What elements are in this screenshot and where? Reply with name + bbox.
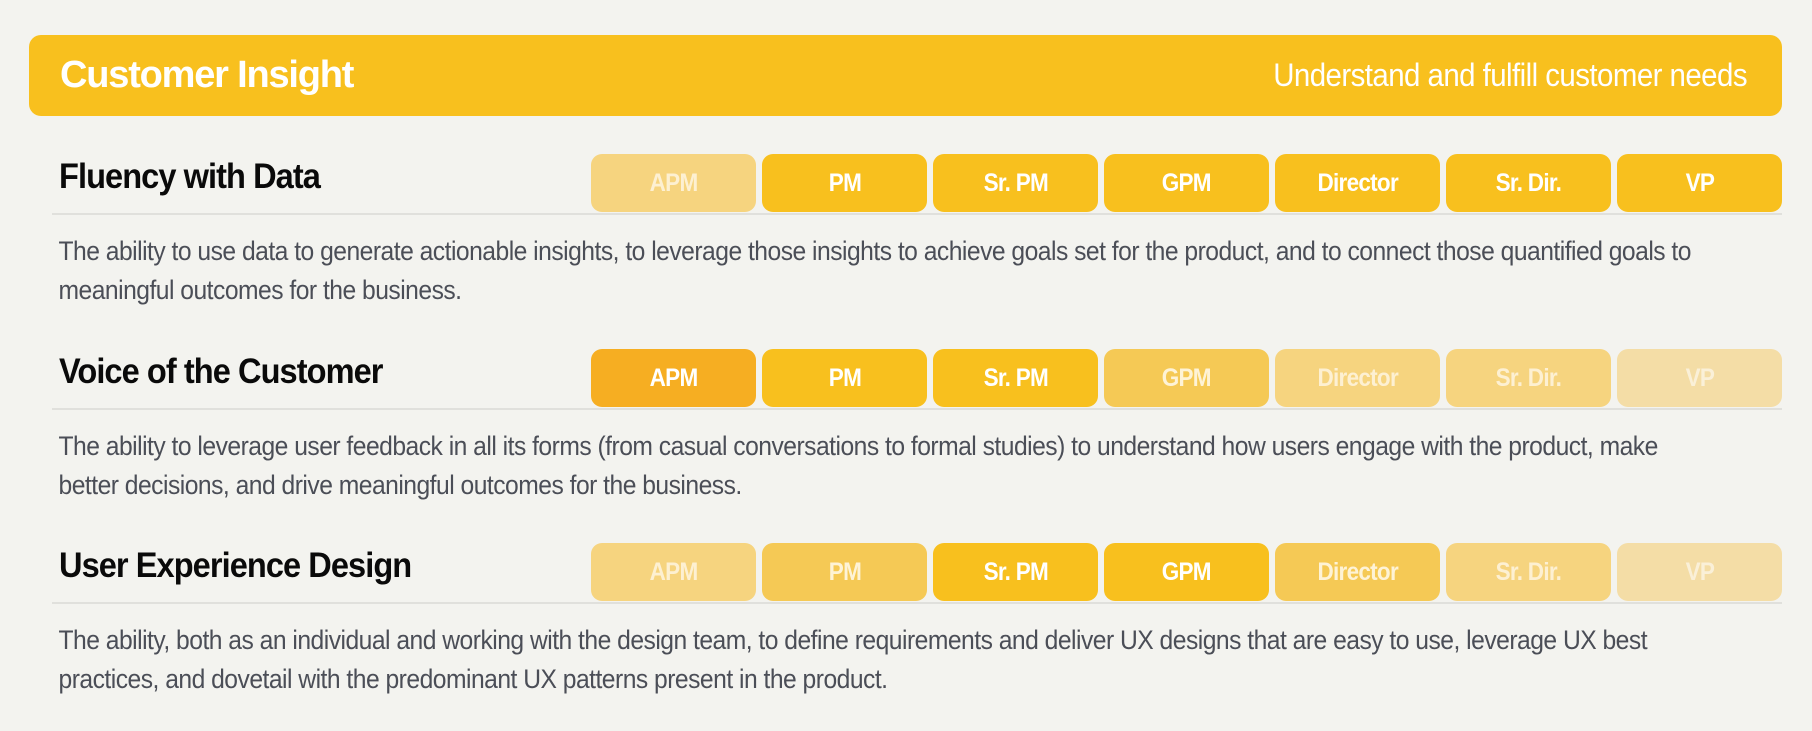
- skill-name: User Experience Design: [59, 546, 412, 585]
- level-pill-sr-pm[interactable]: Sr. PM: [933, 543, 1098, 601]
- section-banner: Customer Insight Understand and fulfill …: [29, 35, 1782, 116]
- level-pill-director[interactable]: Director: [1275, 349, 1440, 407]
- level-label: PM: [828, 363, 861, 392]
- level-label: Director: [1317, 363, 1398, 392]
- level-label: GPM: [1161, 557, 1212, 586]
- level-pill-sr-dir[interactable]: Sr. Dir.: [1446, 349, 1611, 407]
- level-pill-vp[interactable]: VP: [1617, 154, 1782, 212]
- level-label: PM: [828, 168, 861, 197]
- skill-header: Voice of the Customer APM PM Sr. PM GPM Dire…: [52, 336, 1782, 410]
- section-title: Customer Insight: [60, 54, 354, 96]
- level-label: Sr. PM: [983, 363, 1048, 392]
- level-pills: APM PM Sr. PM GPM Director Sr. Dir. VP: [591, 349, 1782, 407]
- level-label: Sr. Dir.: [1495, 363, 1562, 392]
- skill-description: The ability to leverage user feedback in…: [58, 431, 1659, 500]
- level-pill-sr-pm[interactable]: Sr. PM: [933, 349, 1098, 407]
- level-label: APM: [649, 363, 699, 392]
- level-pill-gpm[interactable]: GPM: [1104, 154, 1269, 212]
- level-label: Sr. Dir.: [1495, 557, 1562, 586]
- level-pill-sr-dir[interactable]: Sr. Dir.: [1446, 154, 1611, 212]
- level-pill-sr-dir[interactable]: Sr. Dir.: [1446, 543, 1611, 601]
- level-pill-director[interactable]: Director: [1275, 154, 1440, 212]
- level-label: Sr. PM: [983, 168, 1048, 197]
- section-subtitle: Understand and fulfill customer needs: [1273, 57, 1747, 93]
- level-label: Director: [1317, 557, 1398, 586]
- level-pill-director[interactable]: Director: [1275, 543, 1440, 601]
- level-label: VP: [1685, 557, 1714, 586]
- level-label: Sr. PM: [983, 557, 1048, 586]
- level-pills: APM PM Sr. PM GPM Director Sr. Dir. VP: [591, 154, 1782, 212]
- level-pills: APM PM Sr. PM GPM Director Sr. Dir. VP: [591, 543, 1782, 601]
- level-pill-apm[interactable]: APM: [591, 349, 756, 407]
- level-label: VP: [1685, 363, 1714, 392]
- skill-header: Fluency with Data APM PM Sr. PM GPM Director…: [52, 141, 1782, 215]
- skill-header: User Experience Design APM PM Sr. PM GPM Dir…: [52, 530, 1782, 604]
- level-pill-apm[interactable]: APM: [591, 154, 756, 212]
- level-label: Director: [1317, 168, 1398, 197]
- level-pill-sr-pm[interactable]: Sr. PM: [933, 154, 1098, 212]
- level-pill-gpm[interactable]: GPM: [1104, 349, 1269, 407]
- level-pill-vp[interactable]: VP: [1617, 543, 1782, 601]
- level-label: PM: [828, 557, 861, 586]
- skill-name: Voice of the Customer: [59, 352, 383, 391]
- level-label: VP: [1685, 168, 1714, 197]
- skill-voice-of-the-customer: Voice of the Customer APM PM Sr. PM GPM Dire…: [52, 336, 1782, 505]
- skill-description: The ability to use data to generate acti…: [58, 236, 1692, 305]
- level-label: APM: [649, 557, 699, 586]
- skill-name: Fluency with Data: [59, 157, 321, 196]
- level-pill-pm[interactable]: PM: [762, 543, 927, 601]
- skill-description: The ability, both as an individual and w…: [58, 625, 1648, 694]
- skill-fluency-with-data: Fluency with Data APM PM Sr. PM GPM Director…: [52, 141, 1782, 310]
- level-pill-pm[interactable]: PM: [762, 154, 927, 212]
- level-label: APM: [649, 168, 699, 197]
- level-pill-apm[interactable]: APM: [591, 543, 756, 601]
- level-label: GPM: [1161, 363, 1212, 392]
- level-pill-vp[interactable]: VP: [1617, 349, 1782, 407]
- level-pill-pm[interactable]: PM: [762, 349, 927, 407]
- skill-user-experience-design: User Experience Design APM PM Sr. PM GPM Dir…: [52, 530, 1782, 699]
- level-label: Sr. Dir.: [1495, 168, 1562, 197]
- level-pill-gpm[interactable]: GPM: [1104, 543, 1269, 601]
- level-label: GPM: [1161, 168, 1212, 197]
